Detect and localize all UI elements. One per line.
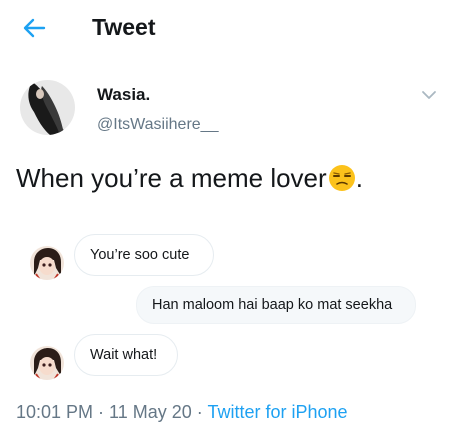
page-title: Tweet bbox=[92, 14, 156, 40]
arrow-left-icon bbox=[23, 18, 46, 38]
tweet-body: When you’re a meme lover bbox=[16, 163, 327, 193]
chat-bubble-received: Wait what! bbox=[74, 334, 178, 376]
unamused-face-emoji bbox=[328, 164, 356, 192]
back-button[interactable] bbox=[18, 12, 50, 44]
tweet-date[interactable]: 11 May 20 bbox=[109, 402, 192, 422]
tweet-meta: 10:01 PM · 11 May 20 · Twitter for iPhon… bbox=[16, 402, 348, 423]
chat-bubble-sent: Han maloom hai baap ko mat seekha bbox=[136, 286, 416, 324]
chat-avatar bbox=[30, 246, 64, 280]
meta-separator: · bbox=[93, 402, 110, 422]
top-bar: Tweet bbox=[0, 0, 450, 54]
tweet-menu-button[interactable] bbox=[420, 88, 438, 102]
meta-separator: · bbox=[191, 402, 208, 422]
chat-bubble-received: You’re soo cute bbox=[74, 234, 214, 276]
chat-avatar bbox=[30, 346, 64, 380]
chat-message-text: Han maloom hai baap ko mat seekha bbox=[152, 297, 393, 313]
author-name[interactable]: Wasia. bbox=[97, 85, 150, 105]
chat-message-text: Wait what! bbox=[90, 347, 158, 363]
tweet-source-link[interactable]: Twitter for iPhone bbox=[207, 402, 347, 422]
tweet-text: When you’re a meme lover . bbox=[16, 163, 363, 194]
author-handle[interactable]: @ItsWasiihere__ bbox=[97, 116, 218, 134]
tweet-suffix: . bbox=[355, 163, 363, 193]
author-avatar[interactable] bbox=[20, 80, 75, 135]
chevron-down-icon bbox=[422, 91, 436, 99]
chat-message-text: You’re soo cute bbox=[90, 247, 190, 263]
tweet-time[interactable]: 10:01 PM bbox=[16, 402, 93, 422]
